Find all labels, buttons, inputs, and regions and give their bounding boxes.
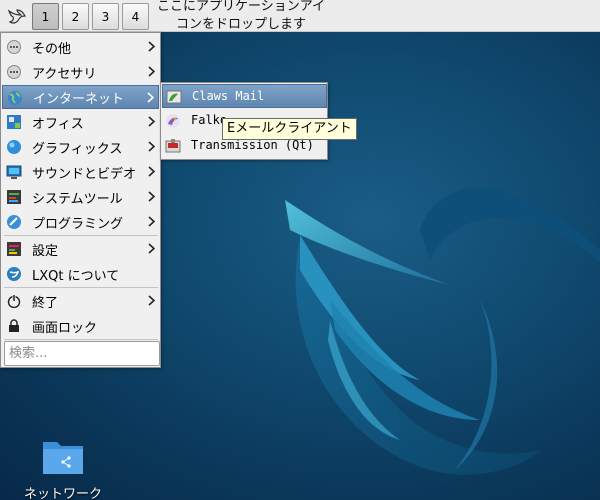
settings-icon (6, 241, 22, 257)
main-menu-button[interactable] (2, 2, 30, 30)
workspace-4-button[interactable]: 4 (122, 3, 149, 30)
menu-item-label: 設定 (32, 243, 59, 259)
workspace-2-button[interactable]: 2 (62, 3, 89, 30)
workspace-1-button[interactable]: 1 (32, 3, 59, 30)
submenu-item-label: Claws Mail (192, 89, 265, 103)
lxqt-bird-icon (7, 9, 26, 24)
menu-item-label: インターネット (33, 91, 125, 107)
menu-item-label: 画面ロック (32, 320, 98, 336)
main-menu: その他 アクセサリ インターネット オフィス グラフィックス サウンドとビデオ … (0, 32, 161, 368)
multimedia-icon (6, 164, 22, 180)
chevron-right-icon (148, 191, 155, 202)
menu-item-internet[interactable]: インターネット (2, 85, 159, 109)
desktop-icon-network[interactable]: ネットワーク (18, 432, 108, 500)
chevron-right-icon (148, 166, 155, 177)
menu-item-accessories[interactable]: アクセサリ (2, 60, 159, 84)
menu-separator (4, 287, 158, 288)
menu-item-leave[interactable]: 終了 (2, 289, 159, 313)
menu-separator (4, 339, 158, 340)
chevron-right-icon (148, 243, 155, 254)
menu-item-label: オフィス (32, 116, 84, 132)
chevron-right-icon (148, 41, 155, 52)
power-icon (6, 293, 22, 309)
top-panel: 1 2 3 4 ここにアプリケーションアイコンをドロップします (0, 0, 600, 32)
menu-item-sound-video[interactable]: サウンドとビデオ (2, 160, 159, 184)
menu-item-about-lxqt[interactable]: LXQt について (2, 262, 159, 286)
chevron-right-icon (148, 66, 155, 77)
workspace-3-button[interactable]: 3 (92, 3, 119, 30)
menu-item-graphics[interactable]: グラフィックス (2, 135, 159, 159)
submenu-item-claws-mail[interactable]: Claws Mail (162, 84, 327, 108)
menu-item-label: アクセサリ (32, 66, 97, 82)
lxqt-about-icon (6, 266, 22, 282)
lock-icon (6, 318, 22, 334)
menu-item-other[interactable]: その他 (2, 35, 159, 59)
accessories-icon (6, 64, 22, 80)
menu-item-label: プログラミング (32, 216, 124, 232)
network-folder-icon (43, 442, 83, 474)
menu-search-input[interactable] (4, 341, 160, 366)
tooltip: Eメールクライアント (222, 118, 357, 140)
falkon-icon (165, 113, 181, 129)
menu-item-label: その他 (32, 41, 72, 57)
menu-separator (4, 235, 158, 236)
graphics-icon (6, 139, 22, 155)
menu-item-label: LXQt について (32, 268, 120, 284)
chevron-right-icon (148, 295, 155, 306)
menu-item-label: サウンドとビデオ (32, 166, 137, 182)
menu-item-lock-screen[interactable]: 画面ロック (2, 314, 159, 338)
menu-item-label: システムツール (32, 191, 123, 207)
chevron-right-icon (148, 141, 155, 152)
menu-item-system-tools[interactable]: システムツール (2, 185, 159, 209)
programming-icon (6, 214, 22, 230)
chevron-right-icon (148, 216, 155, 227)
desktop-icon-label: ネットワーク (23, 487, 102, 500)
claws-mail-icon (166, 89, 182, 105)
chevron-right-icon (147, 92, 154, 103)
system-tools-icon (6, 189, 22, 205)
other-icon (6, 39, 22, 55)
menu-item-office[interactable]: オフィス (2, 110, 159, 134)
transmission-icon (165, 138, 181, 154)
submenu-item-label: Transmission (Qt) (191, 138, 314, 152)
internet-globe-icon (7, 90, 23, 106)
menu-item-label: グラフィックス (32, 141, 123, 157)
menu-item-label: 終了 (32, 295, 59, 311)
chevron-right-icon (148, 116, 155, 127)
menu-item-settings[interactable]: 設定 (2, 237, 159, 261)
office-icon (6, 114, 22, 130)
quicklaunch-drop-hint[interactable]: ここにアプリケーションアイコンをドロップします (156, 0, 326, 34)
menu-item-programming[interactable]: プログラミング (2, 210, 159, 234)
